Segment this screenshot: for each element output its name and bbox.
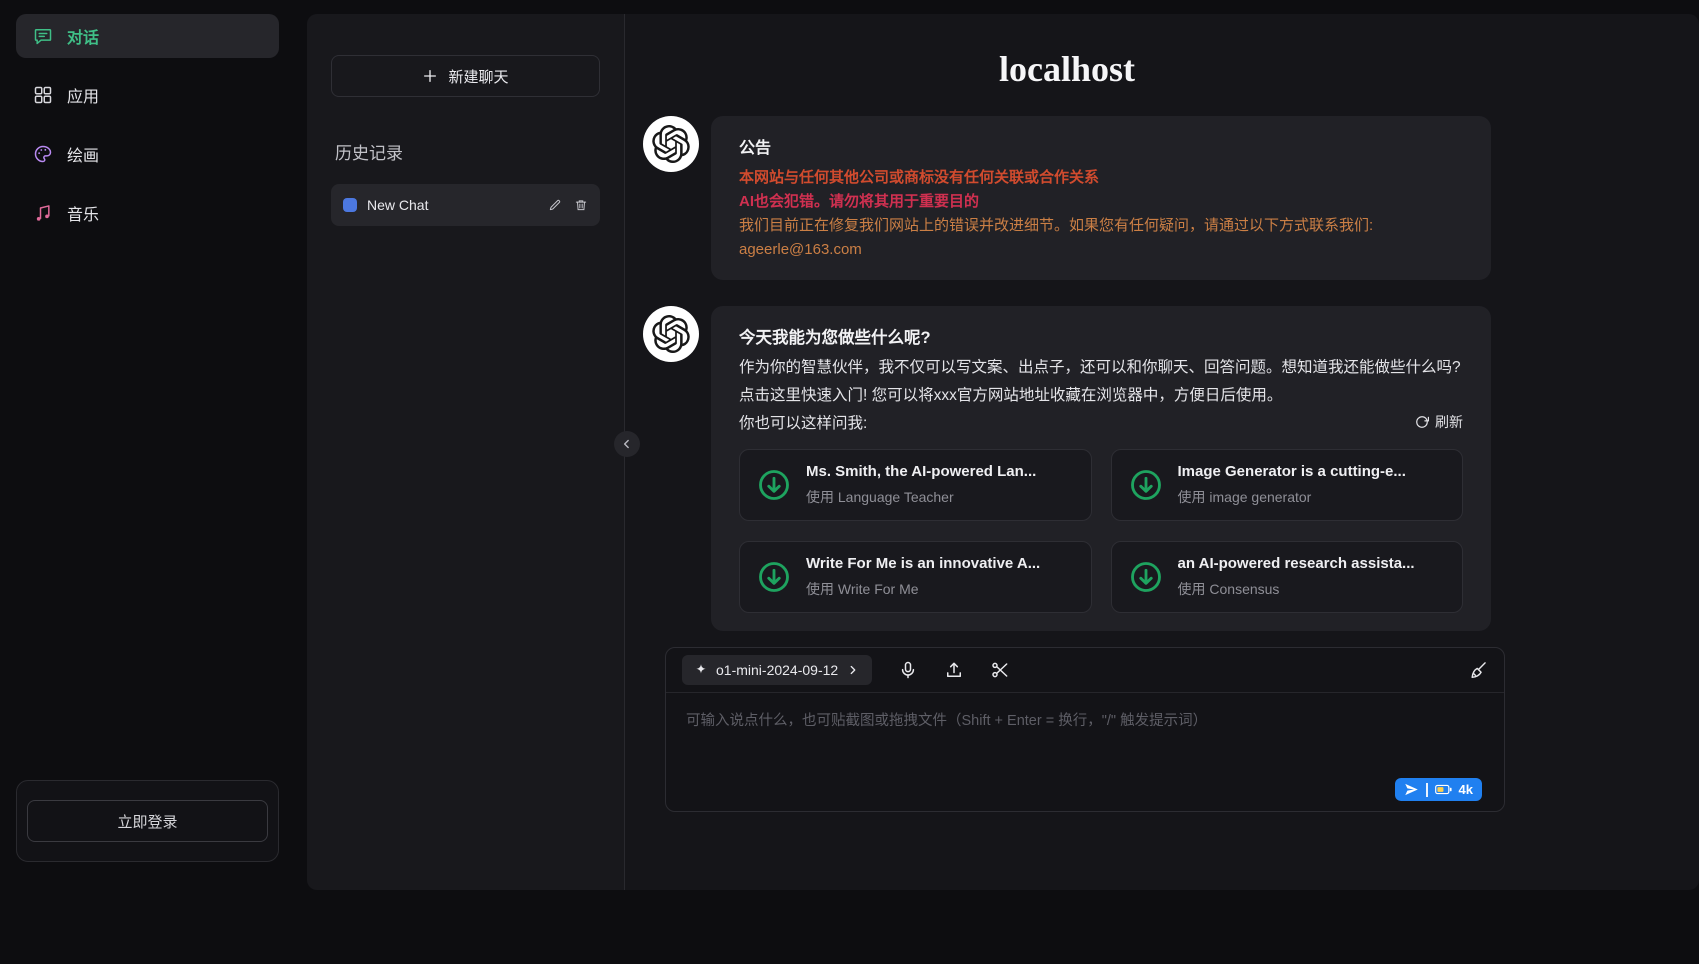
suggestion-title: Ms. Smith, the AI-powered Lan... bbox=[806, 463, 1036, 480]
edit-icon[interactable] bbox=[548, 198, 562, 212]
upload-icon[interactable] bbox=[944, 660, 964, 680]
suggestion-subtitle: 使用 Language Teacher bbox=[806, 487, 1036, 507]
sparkle-icon bbox=[694, 663, 708, 677]
openai-logo-icon bbox=[652, 315, 690, 353]
history-heading: 历史记录 bbox=[335, 139, 600, 164]
badge-divider bbox=[1426, 783, 1428, 797]
announcement-line-1: 本网站与任何其他公司或商标没有任何关联或合作关系 bbox=[739, 166, 1463, 190]
new-chat-button[interactable]: 新建聊天 bbox=[331, 55, 600, 97]
login-box: 立即登录 bbox=[16, 780, 279, 862]
arrow-down-circle-icon bbox=[756, 467, 792, 503]
arrow-down-circle-icon bbox=[1128, 467, 1164, 503]
chat-main: localhost 公告 本网站与任何其他公司或商标没有任何关联或合作关系 AI… bbox=[625, 14, 1699, 890]
sidebar-item-label: 对话 bbox=[67, 24, 99, 48]
suggestion-text: Write For Me is an innovative A... 使用 Wr… bbox=[806, 555, 1040, 599]
refresh-label: 刷新 bbox=[1435, 412, 1463, 432]
assistant-avatar bbox=[643, 306, 699, 362]
arrow-down-circle-icon bbox=[756, 559, 792, 595]
send-token-badge[interactable]: 4k bbox=[1395, 778, 1482, 801]
assistant-avatar bbox=[643, 116, 699, 172]
scissors-icon[interactable] bbox=[990, 660, 1010, 680]
suggestion-title: an AI-powered research assista... bbox=[1178, 555, 1415, 572]
sidebar: 对话 应用 绘画 音乐 立即登录 bbox=[0, 14, 291, 890]
sidebar-nav: 对话 应用 绘画 音乐 bbox=[16, 14, 291, 235]
suggestion-title: Write For Me is an innovative A... bbox=[806, 555, 1040, 572]
login-button[interactable]: 立即登录 bbox=[27, 800, 268, 842]
app-root: 对话 应用 绘画 音乐 立即登录 新建聊天 历史记录 bbox=[0, 14, 1699, 890]
token-count: 4k bbox=[1459, 782, 1473, 797]
sidebar-item-drawing[interactable]: 绘画 bbox=[16, 132, 279, 176]
openai-logo-icon bbox=[652, 125, 690, 163]
grid-icon bbox=[33, 85, 53, 105]
composer-body: 4k bbox=[666, 693, 1504, 811]
sidebar-item-chat[interactable]: 对话 bbox=[16, 14, 279, 58]
announcement-bubble: 公告 本网站与任何其他公司或商标没有任何关联或合作关系 AI也会犯错。请勿将其用… bbox=[711, 116, 1491, 280]
chevron-right-icon bbox=[846, 663, 860, 677]
sidebar-item-label: 绘画 bbox=[67, 142, 99, 166]
plus-icon bbox=[422, 68, 438, 84]
announcement-heading: 公告 bbox=[739, 134, 1463, 158]
message-input[interactable] bbox=[666, 693, 1504, 811]
suggestion-grid: Ms. Smith, the AI-powered Lan... 使用 Lang… bbox=[739, 449, 1463, 613]
suggestion-subtitle: 使用 Consensus bbox=[1178, 579, 1415, 599]
suggestion-card[interactable]: an AI-powered research assista... 使用 Con… bbox=[1111, 541, 1464, 613]
microphone-icon[interactable] bbox=[898, 660, 918, 680]
model-name: o1-mini-2024-09-12 bbox=[716, 662, 838, 678]
suggestion-title: Image Generator is a cutting-e... bbox=[1178, 463, 1406, 480]
refresh-suggestions-button[interactable]: 刷新 bbox=[1415, 412, 1463, 432]
chat-bubble-icon bbox=[33, 26, 53, 46]
welcome-bubble: 今天我能为您做些什么呢? 作为你的智慧伙伴，我不仅可以写文案、出点子，还可以和你… bbox=[711, 306, 1491, 631]
sidebar-item-label: 音乐 bbox=[67, 201, 99, 225]
page-title: localhost bbox=[643, 48, 1491, 90]
chat-list-item[interactable]: New Chat bbox=[331, 184, 600, 226]
sidebar-item-music[interactable]: 音乐 bbox=[16, 191, 279, 235]
welcome-hint: 你也可以这样问我: bbox=[739, 411, 867, 433]
chat-item-title: New Chat bbox=[367, 197, 538, 213]
sidebar-item-apps[interactable]: 应用 bbox=[16, 73, 279, 117]
suggestion-text: Image Generator is a cutting-e... 使用 ima… bbox=[1178, 463, 1406, 507]
new-chat-label: 新建聊天 bbox=[448, 66, 508, 87]
battery-icon bbox=[1435, 784, 1452, 795]
composer: o1-mini-2024-09-12 4k bbox=[665, 647, 1505, 812]
contact-email-link[interactable]: ageerle@163.com bbox=[739, 238, 862, 262]
chat-item-actions bbox=[548, 198, 588, 212]
clear-context-broom-icon[interactable] bbox=[1468, 660, 1488, 680]
suggestion-card[interactable]: Write For Me is an innovative A... 使用 Wr… bbox=[739, 541, 1092, 613]
suggestion-card[interactable]: Image Generator is a cutting-e... 使用 ima… bbox=[1111, 449, 1464, 521]
announcement-line-3: 我们目前正在修复我们网站上的错误并改进细节。如果您有任何疑问，请通过以下方式联系… bbox=[739, 214, 1463, 238]
chat-item-icon bbox=[343, 198, 357, 212]
arrow-down-circle-icon bbox=[1128, 559, 1164, 595]
chat-content: localhost 公告 本网站与任何其他公司或商标没有任何关联或合作关系 AI… bbox=[643, 48, 1491, 812]
suggestion-card[interactable]: Ms. Smith, the AI-powered Lan... 使用 Lang… bbox=[739, 449, 1092, 521]
chat-list-panel: 新建聊天 历史记录 New Chat bbox=[307, 14, 625, 890]
message-announcement: 公告 本网站与任何其他公司或商标没有任何关联或合作关系 AI也会犯错。请勿将其用… bbox=[643, 116, 1491, 280]
suggestion-subtitle: 使用 Write For Me bbox=[806, 579, 1040, 599]
chevron-left-icon bbox=[620, 437, 634, 451]
welcome-body: 作为你的智慧伙伴，我不仅可以写文案、出点子，还可以和你聊天、回答问题。想知道我还… bbox=[739, 354, 1463, 409]
music-note-icon bbox=[33, 203, 53, 223]
palette-icon bbox=[33, 144, 53, 164]
suggestion-text: Ms. Smith, the AI-powered Lan... 使用 Lang… bbox=[806, 463, 1036, 507]
announcement-line-2: AI也会犯错。请勿将其用于重要目的 bbox=[739, 190, 1463, 214]
welcome-heading: 今天我能为您做些什么呢? bbox=[739, 324, 1463, 348]
message-welcome: 今天我能为您做些什么呢? 作为你的智慧伙伴，我不仅可以写文案、出点子，还可以和你… bbox=[643, 306, 1491, 631]
trash-icon[interactable] bbox=[574, 198, 588, 212]
collapse-sidebar-button[interactable] bbox=[614, 431, 640, 457]
suggestion-subtitle: 使用 image generator bbox=[1178, 487, 1406, 507]
send-icon bbox=[1404, 782, 1419, 797]
welcome-hint-row: 你也可以这样问我: 刷新 bbox=[739, 411, 1463, 433]
suggestion-text: an AI-powered research assista... 使用 Con… bbox=[1178, 555, 1415, 599]
sidebar-item-label: 应用 bbox=[67, 83, 99, 107]
model-selector[interactable]: o1-mini-2024-09-12 bbox=[682, 655, 872, 685]
refresh-icon bbox=[1415, 415, 1429, 429]
composer-toolbar: o1-mini-2024-09-12 bbox=[666, 648, 1504, 693]
